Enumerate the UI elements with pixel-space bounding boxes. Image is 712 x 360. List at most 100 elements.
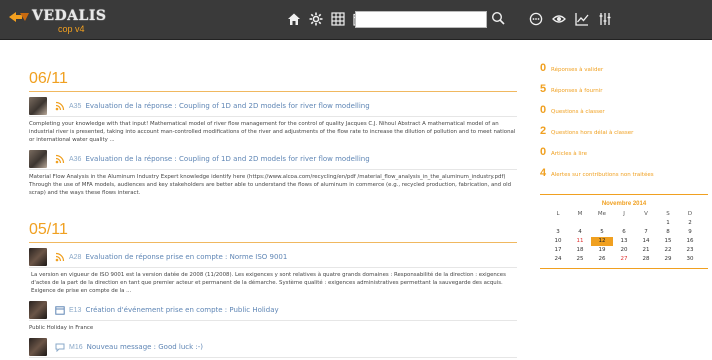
feed-entry: E13 Création d'événement prise en compte…	[29, 301, 517, 332]
avatar[interactable]	[29, 301, 47, 319]
stat-count: 4	[540, 167, 547, 179]
calendar-day[interactable]: 26	[591, 255, 613, 264]
app-name: VEDALIS	[32, 8, 107, 24]
stat-label: Réponses à valider	[551, 67, 604, 73]
entry-excerpt: Public Holiday in France	[29, 325, 94, 331]
user-nav	[528, 11, 612, 27]
search-icon	[491, 11, 505, 25]
stat-item[interactable]: 4 Alertes sur contributions non traitées	[540, 167, 708, 188]
calendar-day[interactable]: 30	[679, 255, 701, 264]
rss-icon	[55, 101, 65, 111]
entry-title-link[interactable]: Création d'événement prise en compte : P…	[85, 306, 278, 314]
stat-item[interactable]: 0 Articles à lire	[540, 146, 708, 167]
message-icon	[55, 343, 65, 352]
stat-count: 0	[540, 104, 547, 116]
chart-icon[interactable]	[574, 11, 589, 27]
calendar-day[interactable]: 13	[613, 237, 635, 246]
calendar-day[interactable]: 10	[547, 237, 569, 246]
calendar-day[interactable]: 27	[613, 255, 635, 264]
entry-code: E13	[69, 306, 82, 314]
calendar-day[interactable]: 16	[679, 237, 701, 246]
entry-header: A35 Evaluation de la réponse : Coupling …	[29, 97, 517, 117]
avatar[interactable]	[29, 248, 47, 266]
stat-item[interactable]: 2 Questions hors délai à classer	[540, 125, 708, 146]
calendar-day[interactable]: 9	[679, 228, 701, 237]
top-bar: VEDALIS cop v4	[0, 0, 712, 40]
entry-excerpt: Completing your knowledge with that inpu…	[29, 121, 516, 143]
avatar[interactable]	[29, 338, 47, 356]
calendar-weekday: S	[666, 211, 670, 217]
stat-count: 0	[540, 146, 547, 158]
calendar-day[interactable]: 20	[613, 246, 635, 255]
sliders-icon[interactable]	[597, 11, 612, 27]
calendar-day[interactable]: 2	[679, 219, 701, 228]
stat-count: 5	[540, 83, 547, 95]
day-date: 06/11	[29, 70, 517, 92]
search-button[interactable]	[490, 11, 506, 28]
calendar-day[interactable]: 17	[547, 246, 569, 255]
calendar-weekday: J	[623, 211, 625, 217]
calendar-weekday: M	[577, 211, 583, 217]
calendar-day[interactable]: 21	[635, 246, 657, 255]
calendar-empty-cell	[613, 219, 635, 228]
entry-title-link[interactable]: Evaluation de la réponse : Coupling of 1…	[85, 155, 369, 163]
calendar-day[interactable]: 28	[635, 255, 657, 264]
day-group: 05/11 A28 Evaluation de réponse prise en…	[29, 221, 517, 358]
stat-count: 0	[540, 62, 547, 74]
home-icon[interactable]	[287, 11, 301, 27]
calendar-month-title[interactable]: Novembre 2014	[540, 201, 708, 210]
calendar-day[interactable]: 24	[547, 255, 569, 264]
calendar-day[interactable]: 14	[635, 237, 657, 246]
sidebar: 0 Réponses à valider 5 Réponses à fourni…	[540, 62, 708, 269]
calendar-day[interactable]: 3	[547, 228, 569, 237]
feed-entry: M16 Nouveau message : Good luck :-)	[29, 338, 517, 358]
entry-title-link[interactable]: Evaluation de réponse prise en compte : …	[85, 253, 287, 261]
feed-entry: A35 Evaluation de la réponse : Coupling …	[29, 97, 517, 144]
calendar-empty-cell	[547, 219, 569, 228]
calendar-weekday: D	[687, 211, 693, 217]
entry-code: M16	[69, 343, 83, 351]
app-subtitle: cop v4	[58, 24, 85, 34]
calendar-day[interactable]: 19	[591, 246, 613, 255]
calendar-day[interactable]: 18	[569, 246, 591, 255]
entry-header: A28 Evaluation de réponse prise en compt…	[29, 248, 517, 268]
mini-calendar: Novembre 2014 L M Me J V S D 1 2 3 4 5 6 7 8 9 10 11 12 13 1…	[540, 201, 708, 269]
stat-item[interactable]: 0 Questions à classer	[540, 104, 708, 125]
entry-code: A35	[69, 102, 82, 110]
settings-icon[interactable]	[309, 11, 323, 27]
entry-header: A36 Evaluation de la réponse : Coupling …	[29, 150, 517, 170]
calendar-day[interactable]: 15	[657, 237, 679, 246]
search-input[interactable]	[355, 11, 487, 28]
calendar-day[interactable]: 1	[657, 219, 679, 228]
stat-item[interactable]: 0 Réponses à valider	[540, 62, 708, 83]
eye-icon[interactable]	[551, 11, 566, 27]
calendar-day[interactable]: 25	[569, 255, 591, 264]
calendar-day[interactable]: 4	[569, 228, 591, 237]
avatar[interactable]	[29, 97, 47, 115]
calendar-empty-cell	[569, 219, 591, 228]
app-logo[interactable]: VEDALIS cop v4	[8, 6, 106, 34]
calendar-day[interactable]: 23	[679, 246, 701, 255]
calendar-day[interactable]: 22	[657, 246, 679, 255]
sidebar-divider	[540, 194, 708, 195]
calendar-divider	[540, 268, 708, 269]
stat-label: Réponses à fournir	[551, 88, 603, 94]
calendar-day[interactable]: 29	[657, 255, 679, 264]
rss-icon	[55, 252, 65, 262]
entry-title-link[interactable]: Evaluation de la réponse : Coupling of 1…	[85, 102, 369, 110]
stat-label: Questions hors délai à classer	[551, 130, 634, 136]
entry-title-link[interactable]: Nouveau message : Good luck :-)	[87, 343, 203, 351]
grid-icon[interactable]	[331, 11, 345, 27]
calendar-day[interactable]: 7	[635, 228, 657, 237]
avatar[interactable]	[29, 150, 47, 168]
feed-entry: A28 Evaluation de réponse prise en compt…	[29, 248, 517, 295]
stat-item[interactable]: 5 Réponses à fournir	[540, 83, 708, 104]
calendar-empty-cell	[591, 219, 613, 228]
calendar-day[interactable]: 11	[569, 237, 591, 246]
calendar-day[interactable]: 8	[657, 228, 679, 237]
calendar-day[interactable]: 12	[591, 237, 613, 246]
calendar-day[interactable]: 5	[591, 228, 613, 237]
chat-icon[interactable]	[528, 11, 543, 27]
calendar-day[interactable]: 6	[613, 228, 635, 237]
logo-mark-icon	[9, 12, 29, 22]
